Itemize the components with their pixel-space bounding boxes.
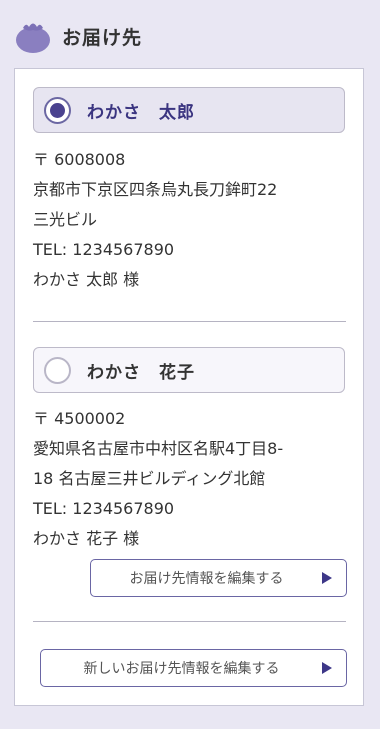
address-details: 〒 6008008 京都市下京区四条烏丸長刀鉾町22 三光ビル TEL: 123…	[33, 145, 353, 295]
address-name: わかさ 花子	[87, 362, 195, 383]
page-title: お届け先	[62, 26, 143, 49]
address-option-taro[interactable]: わかさ 太郎	[33, 87, 345, 133]
play-arrow-icon	[322, 572, 332, 584]
address-option-hanako[interactable]: わかさ 花子	[33, 347, 345, 393]
address-line-2: 18 名古屋三井ビルディング北館	[33, 469, 266, 488]
address-details: 〒 4500002 愛知県名古屋市中村区名駅4丁目8- 18 名古屋三井ビルディ…	[33, 404, 353, 554]
divider	[33, 621, 346, 622]
play-arrow-icon	[322, 662, 332, 674]
address-line-1: 愛知県名古屋市中村区名駅4丁目8-	[33, 439, 284, 458]
address-name: わかさ 太郎	[87, 102, 195, 123]
phone-number: TEL: 1234567890	[33, 499, 175, 518]
page-header: お届け先	[14, 14, 142, 58]
new-address-button[interactable]: 新しいお届け先情報を編集する	[40, 649, 347, 687]
radio-unselected-icon[interactable]	[44, 356, 71, 384]
edit-address-label: お届け先情報を編集する	[129, 571, 284, 587]
phone-number: TEL: 1234567890	[33, 240, 175, 259]
postal-code: 〒 6008008	[33, 150, 126, 169]
delivery-address-panel: わかさ 太郎 〒 6008008 京都市下京区四条烏丸長刀鉾町22 三光ビル T…	[14, 68, 364, 706]
radio-selected-icon[interactable]	[44, 96, 71, 124]
edit-address-button[interactable]: お届け先情報を編集する	[90, 559, 347, 597]
divider	[33, 321, 346, 322]
eggplant-icon	[14, 18, 52, 54]
recipient-name: わかさ 太郎 様	[33, 270, 140, 289]
postal-code: 〒 4500002	[33, 409, 126, 428]
address-line-1: 京都市下京区四条烏丸長刀鉾町22	[33, 180, 278, 199]
new-address-label: 新しいお届け先情報を編集する	[83, 661, 280, 677]
address-line-2: 三光ビル	[33, 210, 98, 229]
recipient-name: わかさ 花子 様	[33, 529, 140, 548]
